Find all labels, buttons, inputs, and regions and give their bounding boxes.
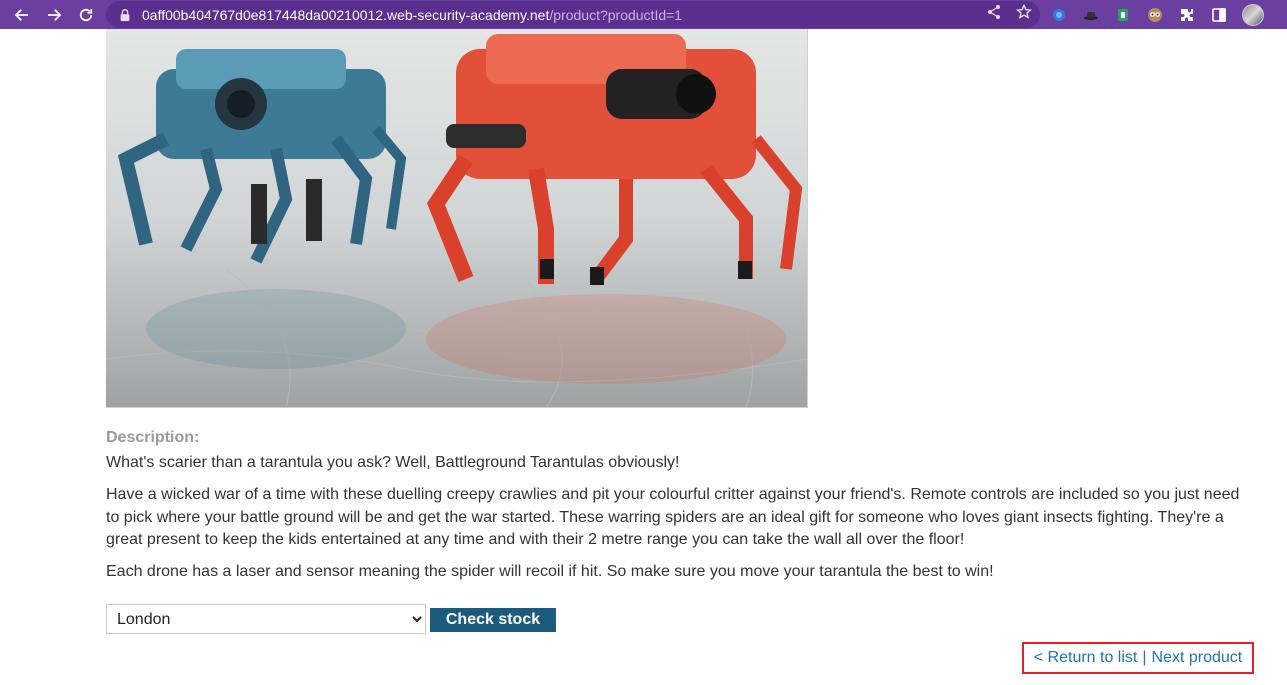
extension-green-icon[interactable] xyxy=(1114,6,1132,24)
forward-icon[interactable] xyxy=(39,0,69,29)
nav-separator: | xyxy=(1142,649,1147,666)
next-product-link[interactable]: Next product xyxy=(1152,649,1243,667)
description-paragraph-3: Each drone has a laser and sensor meanin… xyxy=(106,563,994,580)
extension-blue-icon[interactable] xyxy=(1050,6,1068,24)
browser-toolbar: 0aff00b404767d0e817448da00210012.web-sec… xyxy=(0,0,1287,29)
description-label: Description: xyxy=(106,429,200,446)
description-paragraph-2: Have a wicked war of a time with these d… xyxy=(106,486,1240,548)
bookmark-star-icon[interactable] xyxy=(1015,3,1033,25)
back-icon[interactable] xyxy=(7,0,37,29)
check-stock-button[interactable]: Check stock xyxy=(430,608,556,632)
url-path: /product?productId=1 xyxy=(549,6,683,23)
address-bar[interactable]: 0aff00b404767d0e817448da00210012.web-sec… xyxy=(106,1,1040,28)
profile-avatar[interactable] xyxy=(1242,3,1264,26)
store-select[interactable]: London xyxy=(106,604,426,634)
side-panel-icon[interactable] xyxy=(1210,6,1228,24)
product-image xyxy=(106,29,808,408)
battle-spiders-image xyxy=(106,29,807,407)
share-icon[interactable] xyxy=(986,4,1002,25)
url-text: 0aff00b404767d0e817448da00210012.web-sec… xyxy=(142,7,682,23)
return-to-list-link[interactable]: < Return to list xyxy=(1034,649,1138,667)
extension-hat-icon[interactable] xyxy=(1082,6,1100,24)
url-host: 0aff00b404767d0e817448da00210012.web-sec… xyxy=(142,6,550,23)
lock-icon xyxy=(118,8,132,22)
product-navigation: < Return to list | Next product xyxy=(1022,642,1254,674)
description-paragraph-1: What's scarier than a tarantula you ask?… xyxy=(106,454,680,471)
extensions-puzzle-icon[interactable] xyxy=(1178,6,1196,24)
extension-owl-icon[interactable] xyxy=(1146,6,1164,24)
reload-icon[interactable] xyxy=(71,0,101,29)
